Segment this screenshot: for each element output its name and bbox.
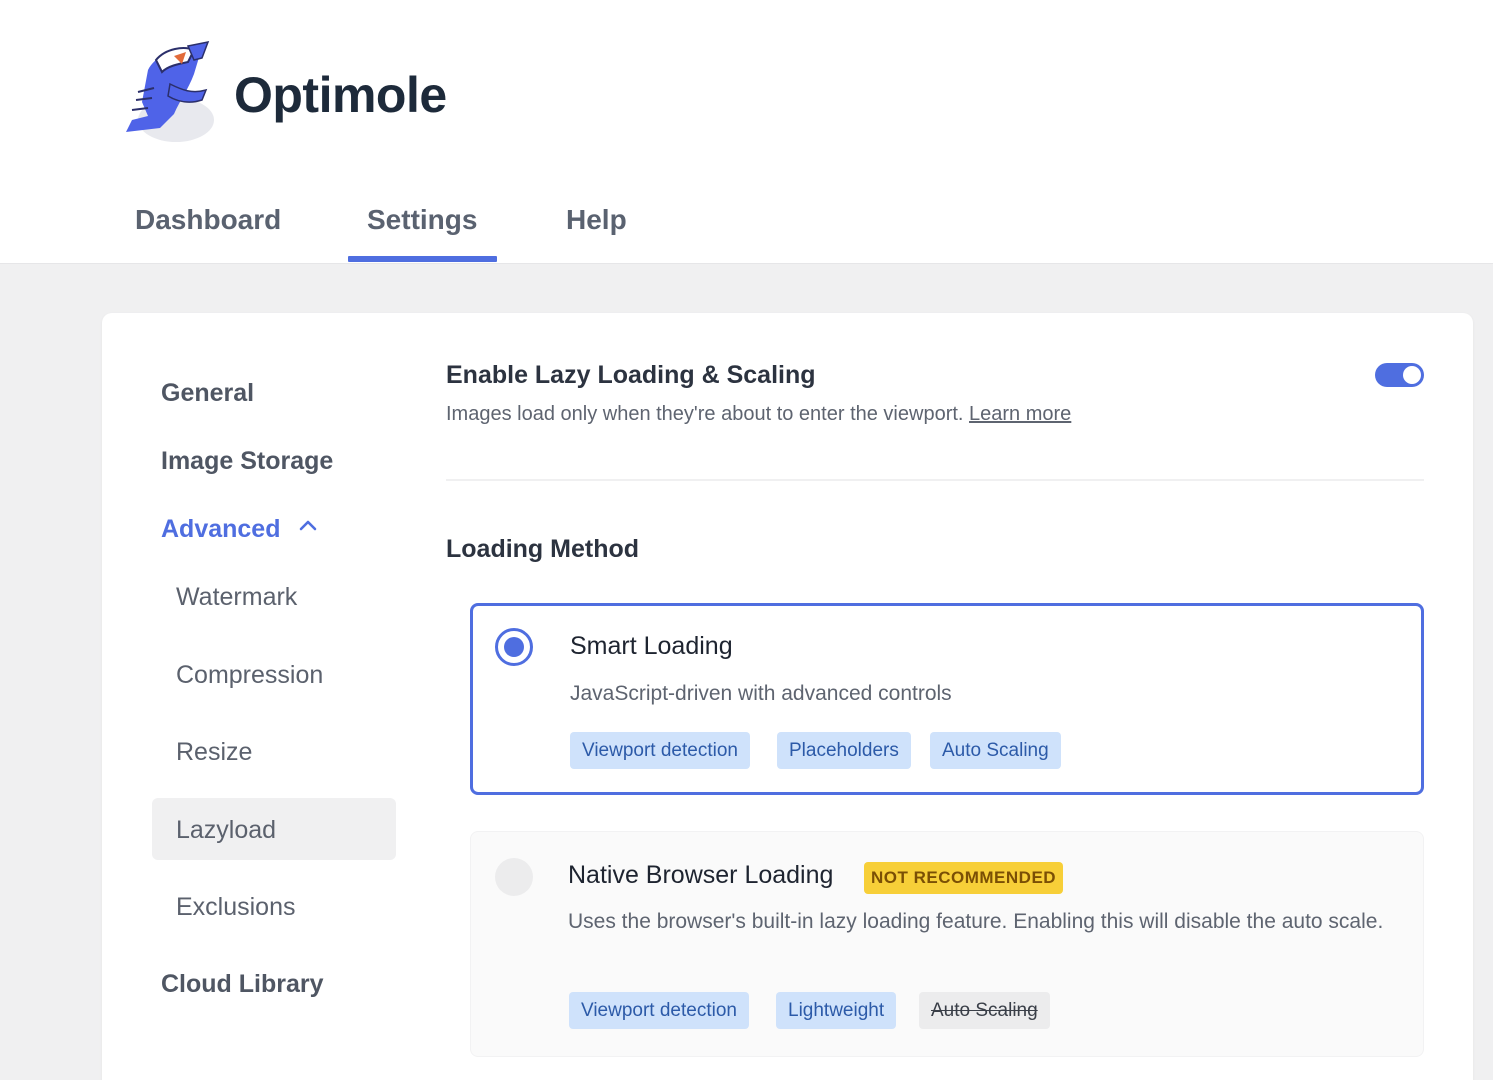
native-loading-description: Uses the browser's built-in lazy loading… — [568, 910, 1384, 933]
sidebar-item-resize[interactable]: Resize — [176, 738, 252, 767]
sidebar-item-advanced[interactable]: Advanced — [161, 515, 280, 544]
smart-loading-title: Smart Loading — [570, 632, 733, 660]
lazy-loading-description-text: Images load only when they're about to e… — [446, 403, 964, 425]
main-tabs: Dashboard Settings Help — [0, 190, 1493, 264]
tab-settings[interactable]: Settings — [367, 204, 477, 236]
optimole-logo-icon — [126, 40, 214, 142]
lazy-loading-description: Images load only when they're about to e… — [446, 403, 1071, 426]
settings-card: General Image Storage Advanced Watermark… — [102, 313, 1473, 1080]
sidebar-item-lazyload[interactable]: Lazyload — [176, 816, 276, 845]
brand-name: Optimole — [234, 67, 447, 123]
loading-method-title: Loading Method — [446, 535, 640, 563]
learn-more-link[interactable]: Learn more — [969, 403, 1071, 425]
smart-loading-description: JavaScript-driven with advanced controls — [570, 682, 952, 705]
sidebar-item-cloud-library[interactable]: Cloud Library — [161, 970, 324, 999]
not-recommended-badge: NOT RECOMMENDED — [864, 862, 1064, 894]
option-native-browser-loading[interactable]: Native Browser Loading NOT RECOMMENDED U… — [470, 831, 1424, 1057]
native-loading-radio[interactable] — [495, 858, 533, 896]
chip-viewport-detection: Viewport detection — [570, 732, 750, 769]
sidebar-item-image-storage[interactable]: Image Storage — [161, 447, 333, 476]
sidebar-item-general[interactable]: General — [161, 379, 254, 408]
option-smart-loading[interactable]: Smart Loading JavaScript-driven with adv… — [470, 603, 1424, 795]
active-tab-indicator — [348, 256, 497, 262]
sidebar-item-watermark[interactable]: Watermark — [176, 583, 297, 612]
lazy-loading-title: Enable Lazy Loading & Scaling — [446, 361, 816, 389]
section-divider — [446, 479, 1424, 481]
chip-viewport-detection: Viewport detection — [569, 992, 749, 1029]
native-loading-title: Native Browser Loading — [568, 861, 834, 889]
chevron-up-icon[interactable] — [298, 518, 318, 532]
chip-auto-scaling-disabled: Auto Scaling — [919, 992, 1050, 1029]
chip-auto-scaling: Auto Scaling — [930, 732, 1061, 769]
toggle-knob — [1403, 366, 1421, 384]
chip-lightweight: Lightweight — [776, 992, 897, 1029]
smart-loading-radio[interactable] — [495, 628, 533, 666]
lazy-loading-toggle[interactable] — [1375, 363, 1424, 387]
tab-dashboard[interactable]: Dashboard — [135, 204, 281, 236]
sidebar-item-compression[interactable]: Compression — [176, 661, 323, 690]
header: Optimole Dashboard Settings Help — [0, 0, 1493, 264]
chip-placeholders: Placeholders — [777, 732, 911, 769]
sidebar-item-exclusions[interactable]: Exclusions — [176, 893, 296, 922]
tab-help[interactable]: Help — [566, 204, 627, 236]
